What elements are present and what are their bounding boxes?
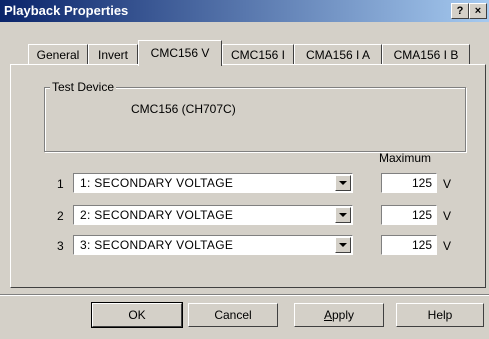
row-number: 3	[57, 239, 64, 253]
channel-3-value: 3: SECONDARY VOLTAGE	[80, 238, 234, 252]
close-icon[interactable]: ×	[469, 3, 487, 19]
channel-2-value: 2: SECONDARY VOLTAGE	[80, 208, 234, 222]
window-title: Playback Properties	[4, 3, 129, 18]
apply-label-rest: pply	[332, 308, 355, 322]
channel-3-select[interactable]: 3: SECONDARY VOLTAGE	[73, 235, 353, 255]
row-number: 2	[57, 209, 64, 223]
channel-1-unit: V	[443, 177, 452, 191]
channel-2-unit: V	[443, 209, 452, 223]
test-device-legend: Test Device	[50, 80, 117, 94]
chevron-down-icon[interactable]	[335, 237, 351, 253]
divider	[0, 294, 489, 296]
channel-2-max-input[interactable]: 125	[381, 205, 437, 225]
test-device-value: CMC156 (CH707C)	[131, 102, 236, 116]
channel-1-value: 1: SECONDARY VOLTAGE	[80, 176, 234, 190]
tab-invert[interactable]: Invert	[88, 44, 138, 65]
title-bar: Playback Properties ? ×	[0, 0, 489, 22]
tab-cmc156-i[interactable]: CMC156 I	[222, 44, 294, 65]
channel-3-max-input[interactable]: 125	[381, 235, 437, 255]
maximum-header: Maximum	[379, 151, 432, 165]
help-button[interactable]: Help	[396, 303, 484, 327]
tab-cma156-ia[interactable]: CMA156 I A	[294, 44, 382, 65]
chevron-down-icon[interactable]	[335, 175, 351, 191]
channel-1-select[interactable]: 1: SECONDARY VOLTAGE	[73, 173, 353, 193]
channel-3-unit: V	[443, 239, 452, 253]
tab-cma156-ib[interactable]: CMA156 I B	[382, 44, 470, 65]
ok-button[interactable]: OK	[91, 302, 183, 328]
cancel-button[interactable]: Cancel	[188, 303, 278, 327]
tab-cmc156-v[interactable]: CMC156 V	[138, 40, 222, 66]
channel-1-max-input[interactable]: 125	[381, 173, 437, 193]
tab-general[interactable]: General	[28, 44, 88, 65]
chevron-down-icon[interactable]	[335, 207, 351, 223]
apply-button[interactable]: Apply	[294, 303, 384, 327]
row-number: 1	[57, 177, 64, 191]
help-title-button[interactable]: ?	[451, 3, 469, 19]
channel-2-select[interactable]: 2: SECONDARY VOLTAGE	[73, 205, 353, 225]
apply-mnemonic: A	[323, 308, 332, 322]
